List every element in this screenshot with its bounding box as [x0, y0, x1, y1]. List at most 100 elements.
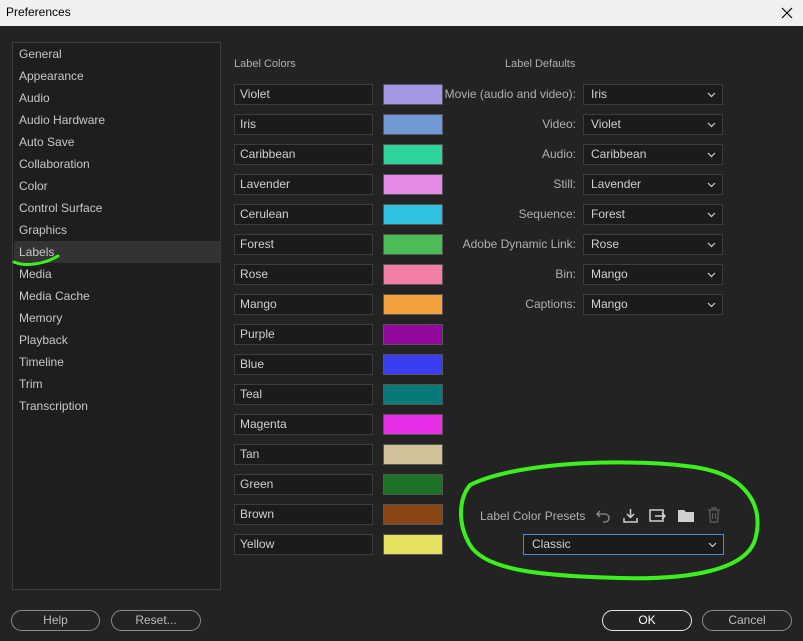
color-swatch[interactable] [383, 474, 443, 495]
default-select-bin[interactable]: Mango [583, 264, 723, 285]
window-title: Preferences [6, 5, 71, 19]
label-defaults-heading: Label Defaults [505, 58, 576, 70]
label-color-presets-select[interactable]: Classic [523, 534, 724, 555]
default-select-value: Caribbean [591, 147, 647, 161]
label-name-field[interactable]: Green [234, 474, 373, 495]
chevron-down-icon [707, 152, 716, 158]
label-name-field[interactable]: Yellow [234, 534, 373, 555]
color-swatch[interactable] [383, 234, 443, 255]
sidebar-item-memory[interactable]: Memory [14, 307, 220, 329]
default-label-still: Still: [553, 177, 576, 191]
cancel-button[interactable]: Cancel [702, 610, 792, 631]
label-colors-heading: Label Colors [234, 58, 296, 70]
chevron-down-icon [707, 242, 716, 248]
default-label-bin: Bin: [555, 267, 576, 281]
color-swatch[interactable] [383, 324, 443, 345]
label-name-field[interactable]: Brown [234, 504, 373, 525]
sidebar-item-trim[interactable]: Trim [14, 373, 220, 395]
label-name-field[interactable]: Purple [234, 324, 373, 345]
title-bar: Preferences [0, 0, 803, 26]
import-icon[interactable] [621, 506, 639, 524]
label-name-field[interactable]: Cerulean [234, 204, 373, 225]
chevron-down-icon [707, 182, 716, 188]
preferences-sidebar: General Appearance Audio Audio Hardware … [12, 42, 221, 590]
sidebar-item-media-cache[interactable]: Media Cache [14, 285, 220, 307]
sidebar-item-collaboration[interactable]: Collaboration [14, 153, 220, 175]
default-select-value: Rose [591, 237, 620, 251]
sidebar-item-audio[interactable]: Audio [14, 87, 220, 109]
label-name-field[interactable]: Magenta [234, 414, 373, 435]
export-icon[interactable] [649, 506, 667, 524]
default-label-sequence: Sequence: [518, 207, 576, 221]
color-swatch[interactable] [383, 414, 443, 435]
default-select-value: Lavender [591, 177, 642, 191]
ok-button[interactable]: OK [602, 610, 692, 631]
label-name-field[interactable]: Forest [234, 234, 373, 255]
label-name-field[interactable]: Mango [234, 294, 373, 315]
preset-select-value: Classic [532, 537, 571, 551]
default-label-audio: Audio: [541, 147, 576, 161]
color-swatch[interactable] [383, 294, 443, 315]
default-select-captions[interactable]: Mango [583, 294, 723, 315]
default-label-captions: Captions: [525, 297, 576, 311]
color-swatch[interactable] [383, 204, 443, 225]
default-select-still[interactable]: Lavender [583, 174, 723, 195]
sidebar-item-color[interactable]: Color [14, 175, 220, 197]
chevron-down-icon [707, 302, 716, 308]
label-name-field[interactable]: Violet [234, 84, 373, 105]
sidebar-item-media[interactable]: Media [14, 263, 220, 285]
color-swatch[interactable] [383, 534, 443, 555]
default-label-dynamic-link: Adobe Dynamic Link: [462, 237, 576, 251]
chevron-down-icon [707, 212, 716, 218]
color-swatch[interactable] [383, 384, 443, 405]
sidebar-item-transcription[interactable]: Transcription [14, 395, 220, 417]
chevron-down-icon [708, 542, 717, 548]
label-name-field[interactable]: Teal [234, 384, 373, 405]
sidebar-item-general[interactable]: General [14, 43, 220, 65]
color-swatch[interactable] [383, 444, 443, 465]
chevron-down-icon [707, 122, 716, 128]
label-name-field[interactable]: Rose [234, 264, 373, 285]
sidebar-item-audio-hardware[interactable]: Audio Hardware [14, 109, 220, 131]
default-select-sequence[interactable]: Forest [583, 204, 723, 225]
default-label-video: Video: [542, 117, 576, 131]
sidebar-item-playback[interactable]: Playback [14, 329, 220, 351]
color-swatch[interactable] [383, 354, 443, 375]
undo-icon[interactable] [594, 506, 612, 524]
default-select-value: Mango [591, 267, 628, 281]
sidebar-item-appearance[interactable]: Appearance [14, 65, 220, 87]
color-swatch[interactable] [383, 114, 443, 135]
default-select-value: Mango [591, 297, 628, 311]
default-select-value: Forest [591, 207, 626, 221]
chevron-down-icon [707, 272, 716, 278]
chevron-down-icon [707, 92, 716, 98]
close-button[interactable] [771, 0, 803, 26]
default-label-movie: Movie (audio and video): [444, 87, 576, 101]
color-swatch[interactable] [383, 174, 443, 195]
close-icon [781, 7, 793, 19]
label-name-field[interactable]: Caribbean [234, 144, 373, 165]
color-swatch[interactable] [383, 84, 443, 105]
default-select-audio[interactable]: Caribbean [583, 144, 723, 165]
color-swatch[interactable] [383, 504, 443, 525]
sidebar-item-graphics[interactable]: Graphics [14, 219, 220, 241]
label-name-field[interactable]: Iris [234, 114, 373, 135]
label-color-presets-label: Label Color Presets [480, 509, 586, 523]
reset-button[interactable]: Reset... [111, 610, 201, 631]
help-button[interactable]: Help [11, 610, 100, 631]
sidebar-item-labels[interactable]: Labels [14, 241, 220, 263]
sidebar-item-control-surface[interactable]: Control Surface [14, 197, 220, 219]
label-name-field[interactable]: Lavender [234, 174, 373, 195]
default-select-video[interactable]: Violet [583, 114, 723, 135]
folder-icon[interactable] [677, 506, 695, 524]
sidebar-item-auto-save[interactable]: Auto Save [14, 131, 220, 153]
default-select-value: Violet [591, 117, 621, 131]
sidebar-item-timeline[interactable]: Timeline [14, 351, 220, 373]
label-name-field[interactable]: Blue [234, 354, 373, 375]
default-select-movie[interactable]: Iris [583, 84, 723, 105]
color-swatch[interactable] [383, 144, 443, 165]
default-select-dynamic-link[interactable]: Rose [583, 234, 723, 255]
color-swatch[interactable] [383, 264, 443, 285]
label-name-field[interactable]: Tan [234, 444, 373, 465]
trash-icon[interactable] [705, 506, 723, 524]
